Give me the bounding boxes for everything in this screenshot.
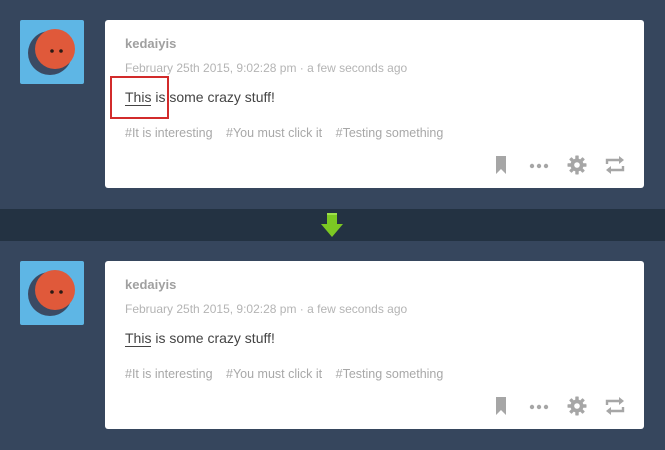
tag-link[interactable]: #Testing something	[336, 126, 444, 140]
transition-divider	[0, 209, 665, 241]
comparison-screen: kedaiyis February 25th 2015, 9:02:28 pm …	[0, 0, 665, 450]
post-body-rest: is some crazy stuff!	[151, 89, 275, 105]
more-dots-icon[interactable]	[528, 154, 550, 176]
post-actions	[474, 154, 626, 176]
post-timestamp: February 25th 2015, 9:02:28 pm · a few s…	[125, 61, 408, 75]
post-body-link[interactable]: This	[125, 330, 152, 347]
post-body: This is some crazy stuff!	[125, 330, 275, 347]
after-panel: kedaiyis February 25th 2015, 9:02:28 pm …	[0, 241, 665, 450]
post-actions	[474, 395, 626, 417]
down-arrow-icon	[321, 213, 343, 237]
avatar[interactable]	[20, 261, 84, 325]
reblog-icon[interactable]	[604, 154, 626, 176]
gear-icon[interactable]	[566, 154, 588, 176]
gear-icon[interactable]	[566, 395, 588, 417]
bookmark-icon[interactable]	[490, 395, 512, 417]
post-tags: #It is interesting #You must click it #T…	[125, 126, 453, 140]
highlight-box	[110, 76, 169, 119]
tag-link[interactable]: #It is interesting	[125, 126, 213, 140]
tag-link[interactable]: #It is interesting	[125, 367, 213, 381]
post-card: kedaiyis February 25th 2015, 9:02:28 pm …	[105, 261, 644, 429]
before-panel: kedaiyis February 25th 2015, 9:02:28 pm …	[0, 0, 665, 209]
bookmark-icon[interactable]	[490, 154, 512, 176]
post-card: kedaiyis February 25th 2015, 9:02:28 pm …	[105, 20, 644, 188]
post-body-rest: is some crazy stuff!	[151, 330, 275, 346]
avatar-face-icon	[28, 270, 75, 316]
avatar-face-icon	[28, 29, 75, 75]
avatar[interactable]	[20, 20, 84, 84]
tag-link[interactable]: #Testing something	[336, 367, 444, 381]
reblog-icon[interactable]	[604, 395, 626, 417]
more-dots-icon[interactable]	[528, 395, 550, 417]
post-timestamp: February 25th 2015, 9:02:28 pm · a few s…	[125, 302, 408, 316]
post-username[interactable]: kedaiyis	[125, 277, 176, 292]
tag-link[interactable]: #You must click it	[226, 126, 322, 140]
post-username[interactable]: kedaiyis	[125, 36, 176, 51]
tag-link[interactable]: #You must click it	[226, 367, 322, 381]
post-tags: #It is interesting #You must click it #T…	[125, 367, 453, 381]
